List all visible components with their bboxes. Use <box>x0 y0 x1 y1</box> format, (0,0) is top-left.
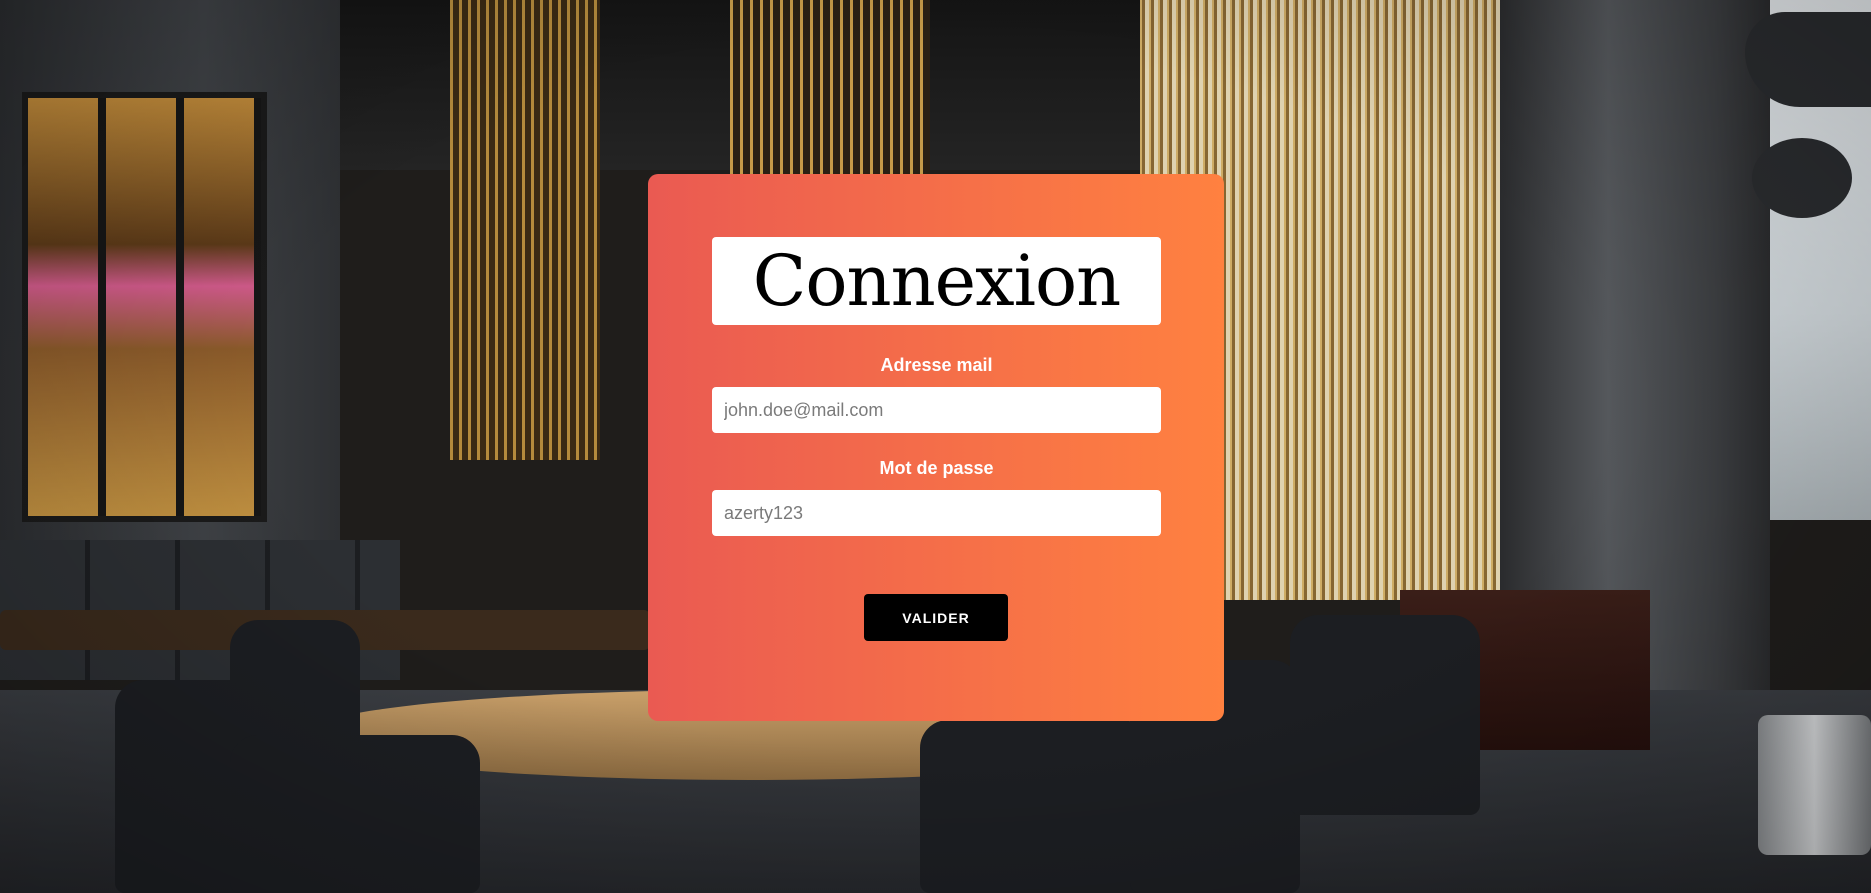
login-card: Connexion Adresse mail Mot de passe VALI… <box>648 174 1224 721</box>
submit-button[interactable]: VALIDER <box>864 594 1008 641</box>
email-label: Adresse mail <box>880 355 993 375</box>
title-box: Connexion <box>712 237 1161 325</box>
password-label: Mot de passe <box>879 458 994 478</box>
email-field[interactable] <box>712 387 1161 433</box>
page-title: Connexion <box>752 240 1121 322</box>
login-page: Connexion Adresse mail Mot de passe VALI… <box>0 0 1871 893</box>
password-field[interactable] <box>712 490 1161 536</box>
